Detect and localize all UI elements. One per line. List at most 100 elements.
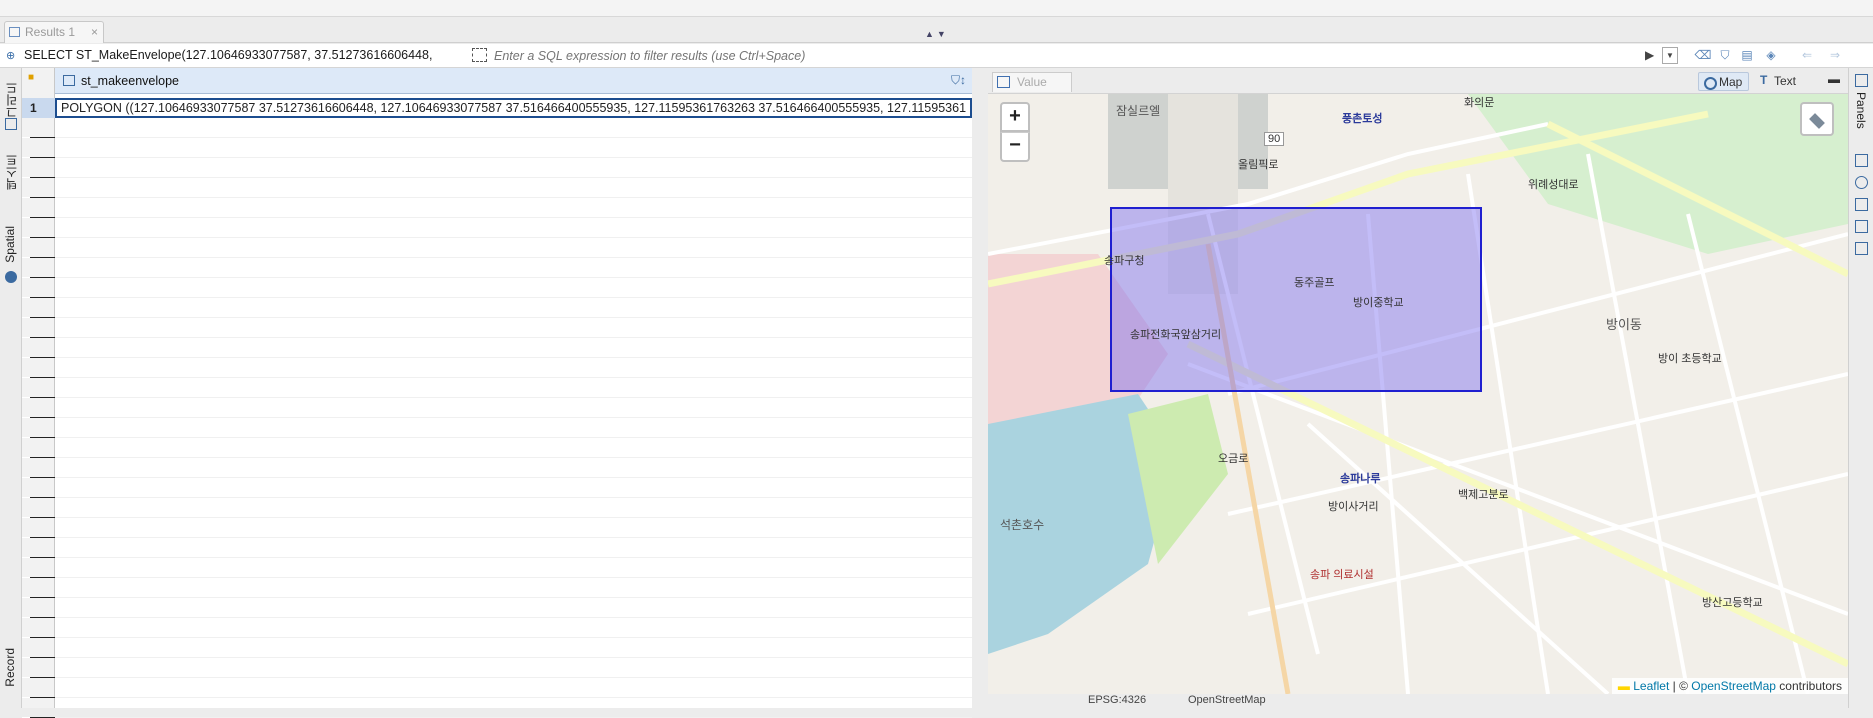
- grid-row-line: [55, 577, 972, 578]
- zoom-in-button[interactable]: +: [1000, 102, 1030, 132]
- panel-icon[interactable]: [1855, 74, 1868, 87]
- grid-row-line: [55, 297, 972, 298]
- row-number-cell: [22, 438, 55, 458]
- grid-row-line: [55, 417, 972, 418]
- grid-view-icon[interactable]: [5, 118, 17, 130]
- funnel-icon[interactable]: ⛉: [1716, 48, 1734, 64]
- grid-view-tab[interactable]: 그리드: [3, 82, 20, 118]
- minimize-button[interactable]: ▬: [1828, 72, 1840, 86]
- grid-row-line: [55, 537, 972, 538]
- envelope-polygon[interactable]: [1110, 207, 1482, 392]
- tab-value[interactable]: Value: [992, 72, 1072, 92]
- panels-strip: Panels: [1848, 68, 1873, 708]
- map-label: 위례성대로: [1528, 179, 1579, 191]
- map-label: 방산고등학교: [1702, 597, 1763, 609]
- row-number[interactable]: 1: [22, 98, 55, 118]
- row-number-cell: [22, 198, 55, 218]
- sql-filter-bar: ⊕ SELECT ST_MakeEnvelope(127.10646933077…: [0, 44, 1873, 68]
- row-number-cell: [22, 258, 55, 278]
- close-icon[interactable]: ×: [91, 22, 98, 42]
- row-number-cell: [22, 378, 55, 398]
- grid-row-line: [55, 317, 972, 318]
- grid-row-line: [55, 157, 972, 158]
- value-panel: Value Map Text ▬: [988, 68, 1848, 708]
- osm-link[interactable]: OpenStreetMap: [1691, 679, 1776, 693]
- row-number-cell: [22, 698, 55, 718]
- map-view-button[interactable]: Map: [1698, 72, 1750, 91]
- grid-row-line: [55, 637, 972, 638]
- expand-filter-icon[interactable]: [472, 48, 487, 62]
- layers-icon[interactable]: [1800, 102, 1834, 136]
- left-view-switcher: 그리드 텍스트 Spatial Record: [0, 68, 22, 708]
- leaflet-link[interactable]: Leaflet: [1633, 679, 1669, 693]
- apply-filter-button[interactable]: ▶: [1645, 48, 1659, 64]
- row-number-cell: [22, 678, 55, 698]
- column-type-icon: [63, 75, 75, 86]
- row-number-cell: [22, 618, 55, 638]
- row-number-cell: [22, 338, 55, 358]
- spatial-view-tab[interactable]: Spatial: [3, 226, 17, 263]
- geometry-cell[interactable]: POLYGON ((127.10646933077587 37.51273616…: [61, 101, 966, 115]
- grid-row-line: [55, 397, 972, 398]
- map-label: 방이동: [1606, 317, 1642, 332]
- record-panel-icon[interactable]: [1855, 242, 1868, 255]
- filter-settings-icon[interactable]: ◈: [1762, 48, 1780, 64]
- grid-row-line: [55, 477, 972, 478]
- text-view-button[interactable]: Text: [1756, 72, 1802, 91]
- row-number-cell: [22, 278, 55, 298]
- flag-icon: ▬: [1617, 679, 1630, 693]
- tile-selector[interactable]: OpenStreetMap: [1188, 694, 1266, 706]
- value-panel-icon[interactable]: [1855, 154, 1868, 167]
- grid-row-line: [55, 377, 972, 378]
- row-number-cell: [22, 518, 55, 538]
- row-number-cell: [22, 358, 55, 378]
- save-filter-icon[interactable]: ▤: [1738, 48, 1756, 64]
- globe-icon[interactable]: [5, 271, 17, 283]
- row-number-cell: [22, 178, 55, 198]
- grid-row-line: [55, 657, 972, 658]
- record-view-tab[interactable]: Record: [3, 648, 17, 687]
- back-arrow-icon[interactable]: ⇐: [1798, 48, 1816, 64]
- column-header[interactable]: st_makeenvelope ⛉↕: [55, 68, 972, 94]
- grouping-icon[interactable]: [1855, 198, 1868, 211]
- forward-arrow-icon[interactable]: ⇒: [1826, 48, 1844, 64]
- column-header-label: st_makeenvelope: [81, 74, 179, 88]
- row-number-cell: [22, 498, 55, 518]
- grid-row-line: [55, 677, 972, 678]
- column-sort-filter-icon[interactable]: ⛉↕: [951, 73, 966, 88]
- panel-splitter[interactable]: [972, 68, 988, 708]
- map-label: 송파구청: [1104, 255, 1145, 267]
- map-label: 송파 의료시설: [1310, 569, 1374, 581]
- text-view-tab[interactable]: 텍스트: [3, 154, 20, 190]
- grid-row-line: [55, 597, 972, 598]
- value-tab-label: Value: [1017, 75, 1047, 89]
- map-label: 90: [1264, 132, 1285, 146]
- results-tabbar: Results 1 × ▲▼: [0, 17, 1873, 43]
- grid-row-line: [55, 357, 972, 358]
- grid-row-line: [55, 217, 972, 218]
- crs-selector[interactable]: EPSG:4326: [1088, 694, 1146, 706]
- row-number-cell: [22, 558, 55, 578]
- row-number-cell: [22, 538, 55, 558]
- map-label: 송파나루: [1340, 473, 1381, 485]
- grid-row-line: [55, 237, 972, 238]
- zoom-out-button[interactable]: −: [1000, 132, 1030, 162]
- filter-input[interactable]: [494, 46, 1644, 66]
- collapse-arrows-icon[interactable]: ▲▼: [925, 29, 949, 39]
- map-label: 잠실르엘: [1116, 104, 1161, 118]
- map-label: 올림픽로: [1238, 159, 1279, 171]
- filter-history-button[interactable]: ▼: [1662, 47, 1678, 64]
- metadata-icon[interactable]: [1855, 176, 1868, 189]
- table-row[interactable]: POLYGON ((127.10646933077587 37.51273616…: [55, 98, 972, 118]
- map-attribution: ▬ Leaflet | © OpenStreetMap contributors: [1611, 678, 1848, 694]
- grid-row-line: [55, 177, 972, 178]
- map-canvas[interactable]: 잠실르엘 풍촌토성 화의문 올림픽로 송파구청 방이중학교 송파전화국앞삼거리 …: [988, 94, 1848, 694]
- panels-label[interactable]: Panels: [1854, 92, 1868, 129]
- eraser-icon[interactable]: ⌫: [1694, 48, 1712, 64]
- tab-results-1[interactable]: Results 1 ×: [4, 21, 104, 43]
- row-number-cell: [22, 418, 55, 438]
- map-label: 방이사거리: [1328, 501, 1379, 513]
- calc-icon[interactable]: [1855, 220, 1868, 233]
- row-number-cell: [22, 138, 55, 158]
- row-number-cell: [22, 598, 55, 618]
